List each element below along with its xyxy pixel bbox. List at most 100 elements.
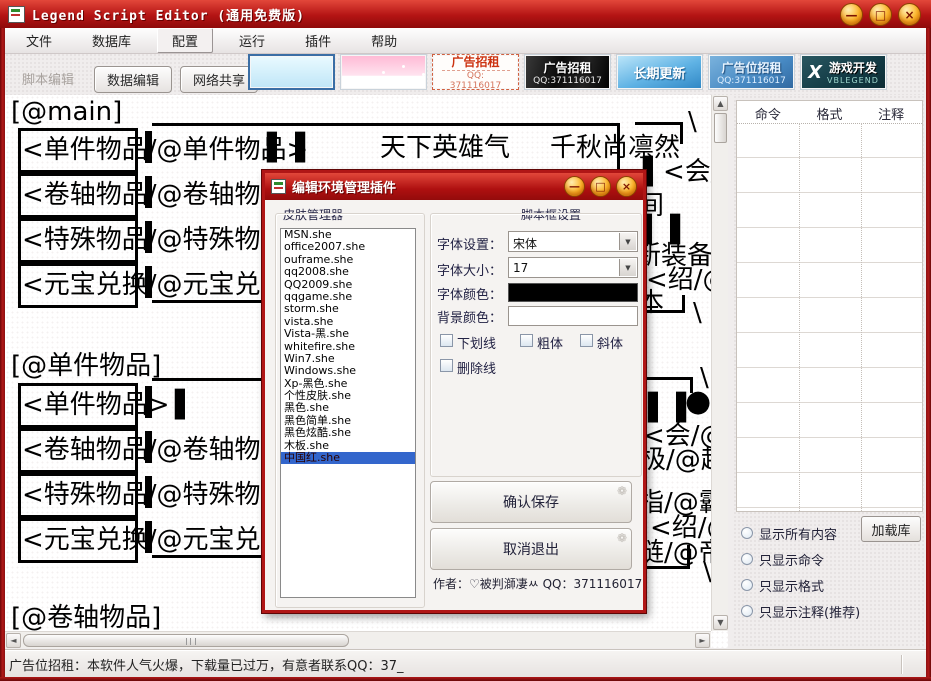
banner-blank[interactable] <box>248 54 335 90</box>
dialog-close-button[interactable]: × <box>616 176 637 197</box>
radio-show-all[interactable]: 显示所有内容 <box>741 520 860 546</box>
script-section-label: [@main] <box>11 97 122 127</box>
app-window: Legend Script Editor (通用免费版) — □ × 文件 数据… <box>0 0 931 681</box>
radio-show-commands-only[interactable]: 只显示命令 <box>741 546 860 572</box>
bold-checkbox[interactable] <box>520 334 533 347</box>
scroll-right-icon[interactable]: ► <box>695 633 710 648</box>
bg-color-field[interactable] <box>508 306 638 326</box>
banner-ad-rent-white[interactable]: 广告招租 QQ: 371116017 <box>432 54 519 90</box>
crossed-swords-icon: X <box>808 62 822 83</box>
underline-label: 下划线 <box>457 333 496 352</box>
scroll-up-icon[interactable]: ▲ <box>713 96 728 111</box>
status-bar: 广告位招租：本软件人气火爆，下载量已过万，有意者联系QQ：37_ <box>0 650 931 678</box>
window-frame-bottom <box>0 677 931 681</box>
command-list[interactable]: 命令 格式 注释 <box>736 100 923 512</box>
radio-show-comments-only[interactable]: 只显示注释(推荐) <box>741 598 860 624</box>
skin-list-item[interactable]: 黑色.she <box>281 402 415 414</box>
script-fragment: ▌ <box>175 390 195 420</box>
bg-color-label: 背景颜色： <box>437 307 502 326</box>
scroll-down-icon[interactable]: ▼ <box>713 615 728 630</box>
maximize-button[interactable]: □ <box>869 3 892 26</box>
skin-list-item[interactable]: office2007.she <box>281 241 415 253</box>
skin-list-item[interactable]: 黑色炫酷.she <box>281 427 415 439</box>
app-icon <box>8 6 25 23</box>
skin-list-item-selected[interactable]: 中国红.she <box>281 452 415 464</box>
font-size-select[interactable]: 17 ▼ <box>508 257 638 278</box>
scroll-left-icon[interactable]: ◄ <box>6 633 21 648</box>
strikethrough-checkbox[interactable] <box>440 359 453 372</box>
script-line: <单件物品> <box>22 383 170 428</box>
load-library-button[interactable]: 加载库 <box>861 516 921 542</box>
banner-long-term-update[interactable]: 长期更新 <box>616 54 703 90</box>
skin-list-item[interactable]: storm.she <box>281 303 415 315</box>
dialog-minimize-button[interactable]: — <box>564 176 585 197</box>
font-color-swatch[interactable] <box>508 283 638 302</box>
banner-game-dev[interactable]: X 游戏开发 VBLEGEND <box>800 54 887 90</box>
editor-vertical-scrollbar[interactable]: ▲ ▼ <box>711 95 728 631</box>
radio-icon <box>741 527 753 539</box>
script-poem-left: 天下英雄气 <box>380 133 510 163</box>
script-line: <单件物品/@单件物品> <box>22 128 308 173</box>
radio-icon <box>741 579 753 591</box>
column-header-format[interactable]: 格式 <box>799 101 861 123</box>
plugin-dialog: 编辑环境管理插件 — □ × 皮肤管理器 MSN.she office2007.… <box>262 170 646 613</box>
underline-checkbox[interactable] <box>440 334 453 347</box>
tool-band: 脚本编辑 数据编辑 网络共享 广告招租 QQ: 371116017 广告招租 Q… <box>5 53 926 95</box>
font-family-label: 字体设置： <box>437 234 502 253</box>
editor-horizontal-scrollbar[interactable]: ◄ ► <box>5 631 711 648</box>
bold-label: 粗体 <box>537 333 563 352</box>
status-separator <box>901 655 903 674</box>
font-family-select[interactable]: 宋体 ▼ <box>508 231 638 252</box>
banner-ad-rent-dark[interactable]: 广告招租 QQ:371116017 <box>524 54 611 90</box>
dialog-title-bar[interactable]: 编辑环境管理插件 — □ × <box>265 173 643 200</box>
radio-icon <box>741 553 753 565</box>
horizontal-scroll-thumb[interactable] <box>23 634 349 647</box>
italic-label: 斜体 <box>597 333 623 352</box>
skin-list-item[interactable]: qq2008.she <box>281 266 415 278</box>
chevron-down-icon[interactable]: ▼ <box>619 259 636 276</box>
column-header-comment[interactable]: 注释 <box>860 101 922 123</box>
dialog-icon <box>271 179 286 194</box>
banner-ad-rent-blue[interactable]: 广告位招租 QQ:371116017 <box>708 54 795 90</box>
dialog-maximize-button[interactable]: □ <box>590 176 611 197</box>
status-text: 广告位招租：本软件人气火爆，下载量已过万，有意者联系QQ：37_ <box>9 655 404 674</box>
command-panel: 命令 格式 注释 显示所有内容 只显示命令 只显示格式 <box>733 95 926 648</box>
confirm-save-button[interactable]: 确认保存❁ <box>430 481 632 523</box>
strikethrough-label: 删除线 <box>457 358 496 377</box>
minimize-button[interactable]: — <box>840 3 863 26</box>
menu-run[interactable]: 运行 <box>225 29 279 52</box>
author-credit: 作者：♡被判溮凄ㅆ QQ：371116017 <box>433 575 642 592</box>
window-frame-left <box>0 28 5 681</box>
script-fragment: \ <box>688 107 697 137</box>
cancel-exit-button[interactable]: 取消退出❁ <box>430 528 632 570</box>
tab-network-share[interactable]: 网络共享 <box>180 66 258 93</box>
banner-pink-ad[interactable] <box>340 54 427 90</box>
window-title: Legend Script Editor (通用免费版) <box>32 5 305 24</box>
vertical-scroll-thumb[interactable] <box>714 113 727 143</box>
menu-plugin[interactable]: 插件 <box>291 29 345 52</box>
menu-file[interactable]: 文件 <box>12 29 66 52</box>
skin-list-item[interactable]: Vista-黑.she <box>281 328 415 340</box>
title-bar: Legend Script Editor (通用免费版) — □ × <box>0 0 931 28</box>
dialog-title: 编辑环境管理插件 <box>292 177 396 196</box>
window-frame-right <box>926 28 931 681</box>
menu-config[interactable]: 配置 <box>157 28 213 53</box>
menu-help[interactable]: 帮助 <box>357 29 411 52</box>
menu-bar: 文件 数据库 配置 运行 插件 帮助 <box>0 28 931 54</box>
tab-data-edit[interactable]: 数据编辑 <box>94 66 172 93</box>
column-header-command[interactable]: 命令 <box>737 101 799 123</box>
script-fragment: ▌ ▌ <box>267 133 315 163</box>
chevron-down-icon[interactable]: ▼ <box>619 233 636 250</box>
script-section-label: [@卷轴物品] <box>11 603 161 633</box>
tab-script-edit[interactable]: 脚本编辑 <box>10 66 86 93</box>
script-fragment: ● <box>685 387 711 417</box>
skin-listbox[interactable]: MSN.she office2007.she ouframe.she qq200… <box>280 228 416 598</box>
command-list-body <box>737 123 922 511</box>
skin-list-item[interactable]: Windows.she <box>281 365 415 377</box>
italic-checkbox[interactable] <box>580 334 593 347</box>
script-box-fragment <box>635 122 683 144</box>
font-size-label: 字体大小： <box>437 260 502 279</box>
menu-database[interactable]: 数据库 <box>78 29 145 52</box>
close-button[interactable]: × <box>898 3 921 26</box>
radio-show-format-only[interactable]: 只显示格式 <box>741 572 860 598</box>
